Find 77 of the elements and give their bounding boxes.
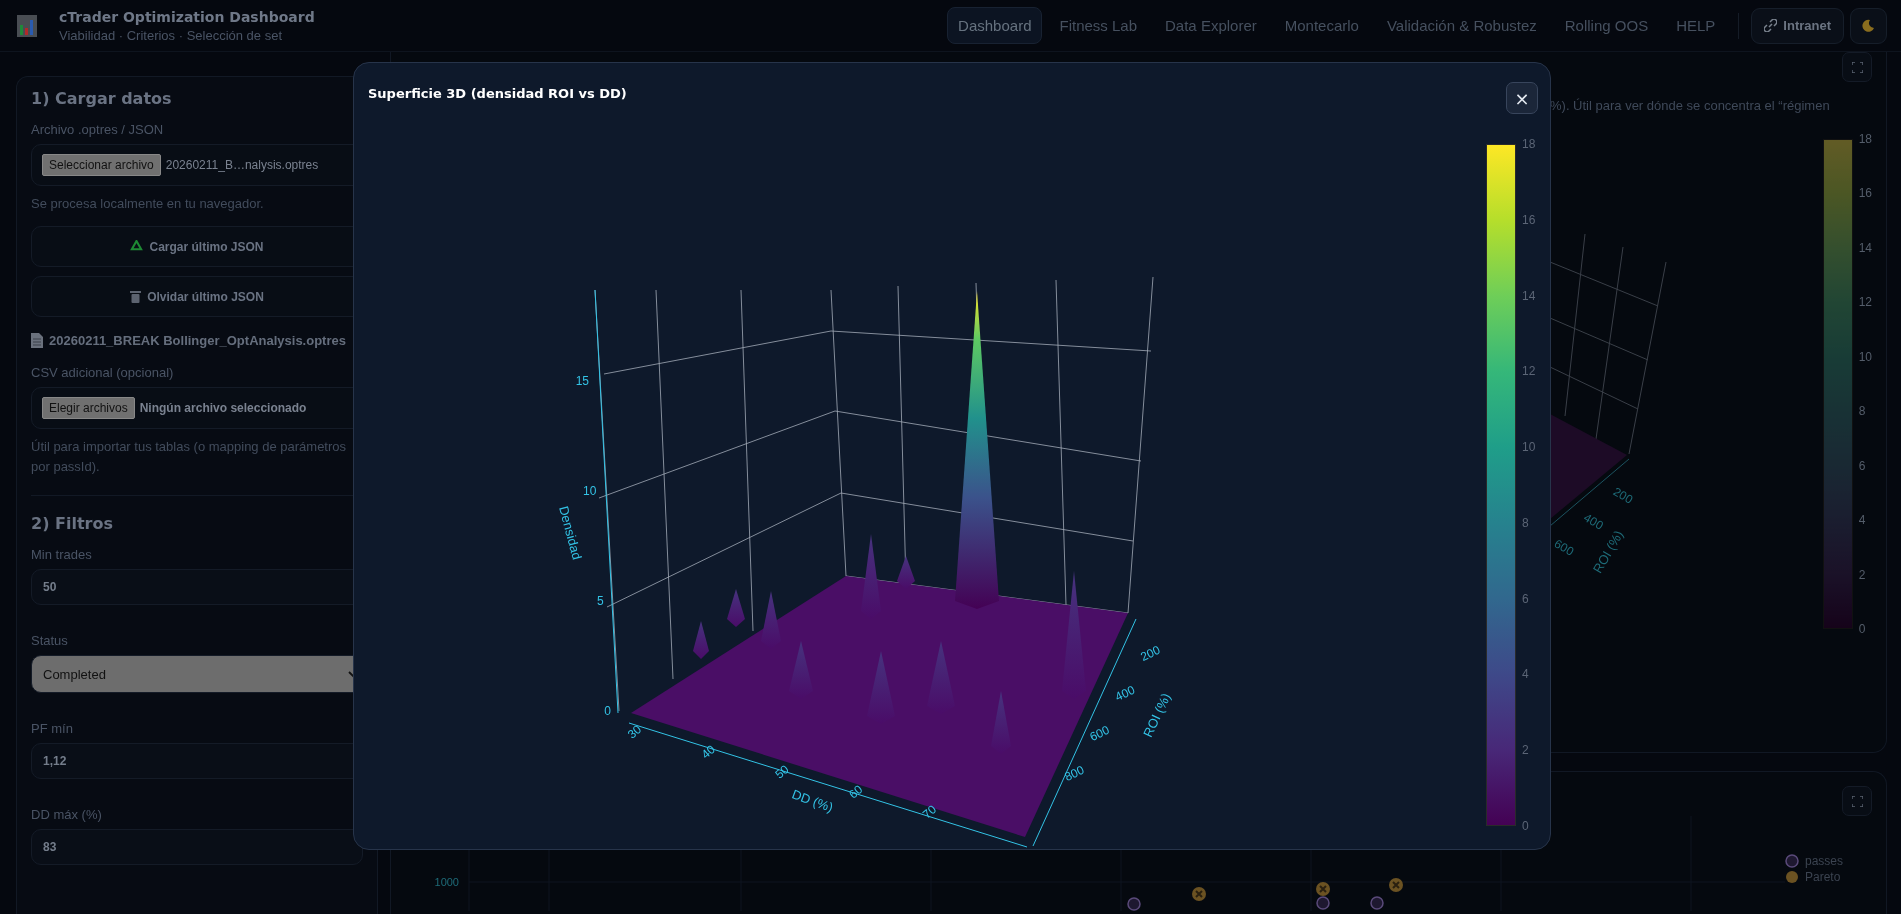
field-label: CSV adicional (opcional) — [31, 365, 175, 380]
axis-tick-label: 200 — [1610, 484, 1636, 507]
axis-tick-label: 40 — [698, 742, 718, 762]
section-title: 1) Cargar datos — [31, 89, 173, 108]
axis-tick-label: 15 — [575, 374, 589, 388]
colorbar-tick-label: 6 — [1858, 458, 1867, 473]
colorbar-tick-label: 18 — [1858, 132, 1872, 146]
app-subtitle: Viabilidad · Criterios · Selección de set — [59, 27, 284, 43]
legend-label: Pareto — [1805, 870, 1841, 884]
nav-tab[interactable]: Montecarlo — [1273, 7, 1370, 44]
hint-text: Se procesa localmente en tu navegador. — [31, 195, 265, 213]
colorbar-tick-label: 0 — [1522, 818, 1530, 833]
colorbar-tick-label: 8 — [1522, 515, 1530, 530]
close-button[interactable]: × — [1506, 82, 1538, 114]
number-field[interactable]: 83 — [31, 829, 363, 865]
axis-tick-label: 1000 — [434, 876, 459, 888]
expand-button[interactable] — [1842, 786, 1872, 816]
colorbar-tick-label: 14 — [1858, 240, 1872, 255]
axis-tick-label: 0 — [604, 704, 611, 718]
nav-tab[interactable]: Fitness Lab — [1048, 7, 1149, 44]
axis-tick-label: 5 — [597, 594, 604, 608]
colorbar-tick-label: 0 — [1858, 621, 1867, 636]
colorbar-tick-label: 2 — [1858, 567, 1867, 582]
axis-tick-label: 600 — [1087, 722, 1112, 744]
colorbar-tick-label: 16 — [1858, 186, 1872, 201]
expand-icon — [1851, 795, 1863, 807]
legend-label: passes — [1805, 854, 1844, 868]
axis-tick-label: 400 — [1581, 510, 1606, 533]
axis-tick-label: 50 — [772, 762, 792, 782]
colorbar-tick-label: 4 — [1858, 513, 1867, 528]
axis-tick-label: 60 — [846, 782, 866, 802]
bar-chart-logo-icon — [17, 14, 37, 37]
expand-icon — [1851, 61, 1863, 73]
expand-button[interactable] — [1842, 52, 1872, 82]
field-label: Min trades — [31, 547, 93, 562]
colorbar-tick-label: 4 — [1522, 667, 1530, 682]
nav-tab[interactable]: Rolling OOS — [1553, 7, 1660, 44]
field-label: PF mín — [31, 721, 74, 736]
intranet-button[interactable]: Intranet — [1751, 7, 1844, 44]
field-label: Archivo .optres / JSON — [31, 122, 165, 137]
nav-tab[interactable]: Dashboard — [947, 7, 1043, 44]
axis-title: ROI (%) — [1140, 690, 1174, 740]
section-title: 2) Filtros — [31, 514, 114, 533]
document-icon — [31, 333, 43, 348]
colorbar-tick-label: 10 — [1858, 349, 1872, 364]
colorbar-tick-label: 14 — [1522, 288, 1536, 303]
description-text: %). Útil para ver dónde se concentra el “régimen — [1550, 98, 1831, 113]
axis-tick-label: 70 — [919, 802, 940, 822]
theme-toggle-button[interactable] — [1850, 7, 1887, 44]
nav-tab[interactable]: Validación & Robustez — [1375, 7, 1548, 44]
trash-icon — [130, 290, 142, 303]
colorbar-tick-label: 10 — [1522, 440, 1536, 455]
colorbar-tick-label: 6 — [1522, 591, 1530, 606]
colorbar-tick-label: 8 — [1858, 404, 1867, 419]
hint-text: Útil para importar tus tablas (o mapping de parámetros por passId). — [31, 438, 348, 476]
axis-tick-label: 10 — [582, 484, 597, 498]
axis-tick-label: 30 — [624, 722, 645, 742]
modal-title: Superficie 3D (densidad ROI vs DD) — [368, 85, 627, 101]
axis-tick-label: 200 — [1138, 642, 1163, 664]
field-label: Status — [31, 633, 69, 648]
colorbar-tick-label: 2 — [1522, 743, 1530, 758]
colorbar-tick-label: 12 — [1858, 295, 1872, 310]
axis-tick-label: 400 — [1112, 682, 1137, 704]
circle-marker-icon — [1785, 854, 1799, 868]
axis-tick-label: 600 — [1551, 536, 1577, 559]
link-icon — [1764, 19, 1778, 32]
axis-title: DD (%) — [789, 786, 836, 816]
app-title: cTrader Optimization Dashboard — [59, 8, 315, 25]
nav-tab[interactable]: Data Explorer — [1154, 7, 1268, 44]
colorbar-tick-label: 16 — [1522, 212, 1536, 227]
nav-tab[interactable]: HELP — [1665, 7, 1727, 44]
field-label: DD máx (%) — [31, 807, 103, 822]
loaded-file-name: 20260211_BREAK Bollinger_OptAnalysis.optres — [49, 332, 346, 350]
colorbar-tick-label: 18 — [1522, 137, 1536, 151]
axis-tick-label: 800 — [1062, 762, 1087, 784]
moon-icon — [1862, 19, 1875, 32]
colorbar-tick-label: 12 — [1522, 364, 1536, 379]
